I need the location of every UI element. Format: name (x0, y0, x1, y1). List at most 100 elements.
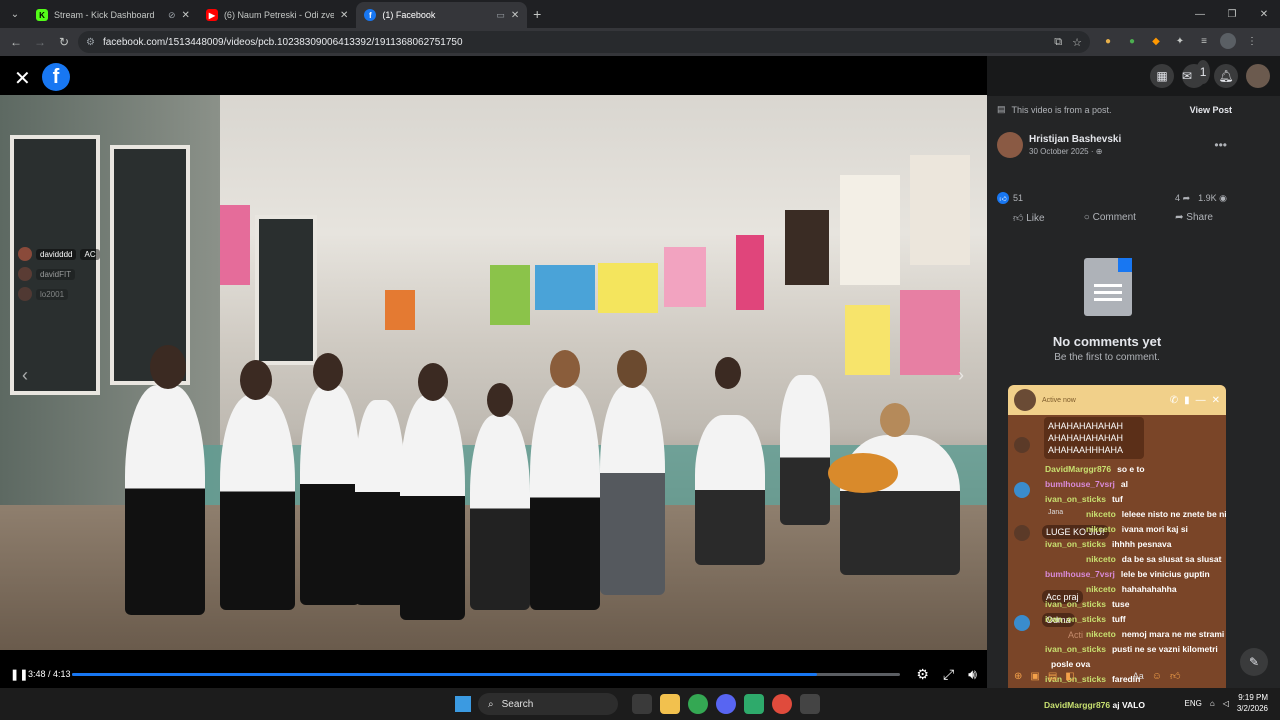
photo-icon[interactable]: ▣ (1030, 671, 1039, 682)
globe-icon: ⊕ (1095, 147, 1103, 156)
address-bar[interactable]: ⚙ facebook.com/1513448009/videos/pcb.102… (78, 31, 1090, 53)
note-icon: ▤ (997, 104, 1006, 114)
reload-icon[interactable]: ↻ (52, 35, 76, 49)
file-explorer-icon[interactable] (660, 694, 680, 714)
close-tab-icon[interactable]: ✕ (511, 10, 519, 21)
pause-icon[interactable]: ❚❚ (10, 668, 28, 681)
profile-avatar[interactable] (1246, 64, 1270, 88)
gif-icon[interactable]: ◧ (1065, 671, 1074, 682)
chat-line: nikceto leleee nisto ne znete be nisto (1086, 509, 1226, 519)
media-icon[interactable]: ≡ (1196, 33, 1212, 49)
avatar (18, 247, 32, 261)
bookmark-star-icon[interactable]: ☆ (1072, 36, 1082, 49)
extension-icon[interactable]: ● (1124, 33, 1140, 49)
network-icon[interactable]: ⌂ (1210, 699, 1215, 708)
like-button[interactable]: 👍︎ Like (1013, 212, 1045, 224)
author-name[interactable]: Hristijan Bashevski (1029, 134, 1121, 145)
new-message-icon[interactable]: ✎ (1240, 648, 1268, 676)
comment-button[interactable]: ○ Comment (1084, 212, 1136, 224)
thumbs-up-icon[interactable]: 👍︎ (1170, 670, 1180, 682)
overlay-name: davidFIT (36, 268, 76, 280)
tab-facebook[interactable]: f (1) Facebook ▭ ✕ (356, 2, 528, 28)
browser-toolbar: ← → ↻ ⚙ facebook.com/1513448009/videos/p… (0, 28, 1280, 56)
task-view-icon[interactable] (632, 694, 652, 714)
head (313, 353, 343, 391)
settings-gear-icon[interactable]: ⚙ (916, 666, 929, 683)
chat-username: nikceto (1086, 509, 1116, 519)
previous-arrow-icon[interactable]: ‹ (12, 363, 38, 389)
discord-icon[interactable] (716, 694, 736, 714)
site-info-icon[interactable]: ⚙ (86, 37, 95, 48)
call-icon[interactable]: ✆ (1170, 395, 1178, 406)
back-icon[interactable]: ← (4, 35, 28, 49)
like-label: Like (1026, 213, 1045, 224)
forward-icon[interactable]: → (28, 35, 52, 49)
next-arrow-icon[interactable]: › (948, 363, 974, 389)
url-text: facebook.com/1513448009/videos/pcb.10238… (102, 36, 463, 48)
close-viewer-icon[interactable]: ✕ (14, 66, 31, 91)
progress-fill (72, 673, 818, 676)
minimize-icon[interactable]: — (1184, 9, 1216, 20)
chrome-icon[interactable] (688, 694, 708, 714)
chat-line: bumlhouse_7vsrj lele be vinicius guptin (1045, 569, 1210, 579)
volume-icon[interactable]: ◁ (1223, 699, 1229, 708)
plus-icon[interactable]: ⊕ (1014, 671, 1022, 682)
post-date[interactable]: 30 October 2025 · (1029, 147, 1096, 156)
head (715, 357, 741, 389)
extension-icon[interactable]: ◆ (1148, 33, 1164, 49)
close-icon[interactable]: ✕ (1212, 395, 1220, 406)
cast-icon[interactable]: ▭ (496, 10, 505, 21)
poster (535, 265, 595, 310)
maximize-icon[interactable]: ❐ (1216, 9, 1248, 20)
post-note-text: This video is from a post. (1011, 104, 1112, 115)
new-tab-button[interactable]: + (527, 6, 547, 22)
choir-member (470, 415, 530, 610)
extension-icon[interactable]: ● (1100, 33, 1116, 49)
profile-avatar[interactable] (1220, 33, 1236, 49)
minimize-icon[interactable]: — (1196, 395, 1206, 406)
install-icon[interactable]: ⧉ (1054, 36, 1062, 49)
emoji-icon[interactable]: ☺ (1152, 671, 1162, 682)
chat-username: DavidMarggr876 (1045, 464, 1112, 474)
windows-start-icon[interactable] (455, 696, 471, 712)
avatar[interactable] (1014, 389, 1036, 411)
view-post-link[interactable]: View Post (1190, 105, 1232, 115)
close-tab-icon[interactable]: ✕ (182, 10, 190, 21)
more-options-icon[interactable]: ••• (1214, 138, 1227, 152)
app-icon[interactable] (744, 694, 764, 714)
fullscreen-icon[interactable]: ⤢ (943, 666, 954, 683)
facebook-logo[interactable]: f (42, 63, 70, 91)
video-call-icon[interactable]: ▮ (1184, 395, 1190, 406)
messenger-icon[interactable]: ✉ 1 (1182, 60, 1210, 88)
like-count[interactable]: 51 (1013, 193, 1023, 203)
chat-username: ivan_on_sticks (1045, 644, 1106, 654)
poster (220, 205, 250, 285)
progress-bar[interactable] (72, 673, 900, 676)
close-window-icon[interactable]: ✕ (1248, 9, 1280, 20)
chrome-icon[interactable] (772, 694, 792, 714)
menu-dots-icon[interactable]: ⋮ (1244, 33, 1260, 49)
chat-line: nikceto hahahahahha (1086, 584, 1177, 594)
tab-kick[interactable]: K Stream - Kick Dashboard ⊘ ✕ (28, 2, 198, 28)
chat-username: bumlhouse_7vsrj (1045, 479, 1115, 489)
share-button[interactable]: ➦ Share (1175, 212, 1213, 224)
lang-label[interactable]: ENG (1185, 699, 1202, 708)
tab-search-button[interactable]: ⌄ (2, 4, 28, 24)
video-frame[interactable]: ‹ › davidddd AC davidFIT lo2001 (0, 95, 987, 650)
taskbar-search[interactable]: ⌕ Search (478, 693, 618, 715)
head (880, 403, 910, 437)
puzzle-icon[interactable]: ✦ (1172, 33, 1188, 49)
app-icon[interactable] (800, 694, 820, 714)
avatar[interactable] (997, 132, 1023, 158)
tab-youtube[interactable]: ▶ (6) Naum Petreski - Odi zvezdo ✕ (198, 2, 356, 28)
clock[interactable]: 9:19 PM 3/2/2026 (1237, 692, 1268, 714)
notifications-bell-icon[interactable]: 🔔︎ (1214, 64, 1238, 88)
sticker-icon[interactable]: ▤ (1048, 671, 1057, 682)
volume-icon[interactable]: 🔊︎ (968, 666, 977, 683)
share-count[interactable]: 4 (1175, 193, 1180, 203)
close-tab-icon[interactable]: ✕ (340, 10, 348, 21)
chat-line: nikceto da be sa slusat sa slusat (1086, 554, 1221, 564)
menu-grid-icon[interactable]: ▦ (1150, 64, 1174, 88)
mute-icon[interactable]: ⊘ (168, 10, 176, 21)
message-input[interactable]: Aa (1133, 671, 1144, 681)
